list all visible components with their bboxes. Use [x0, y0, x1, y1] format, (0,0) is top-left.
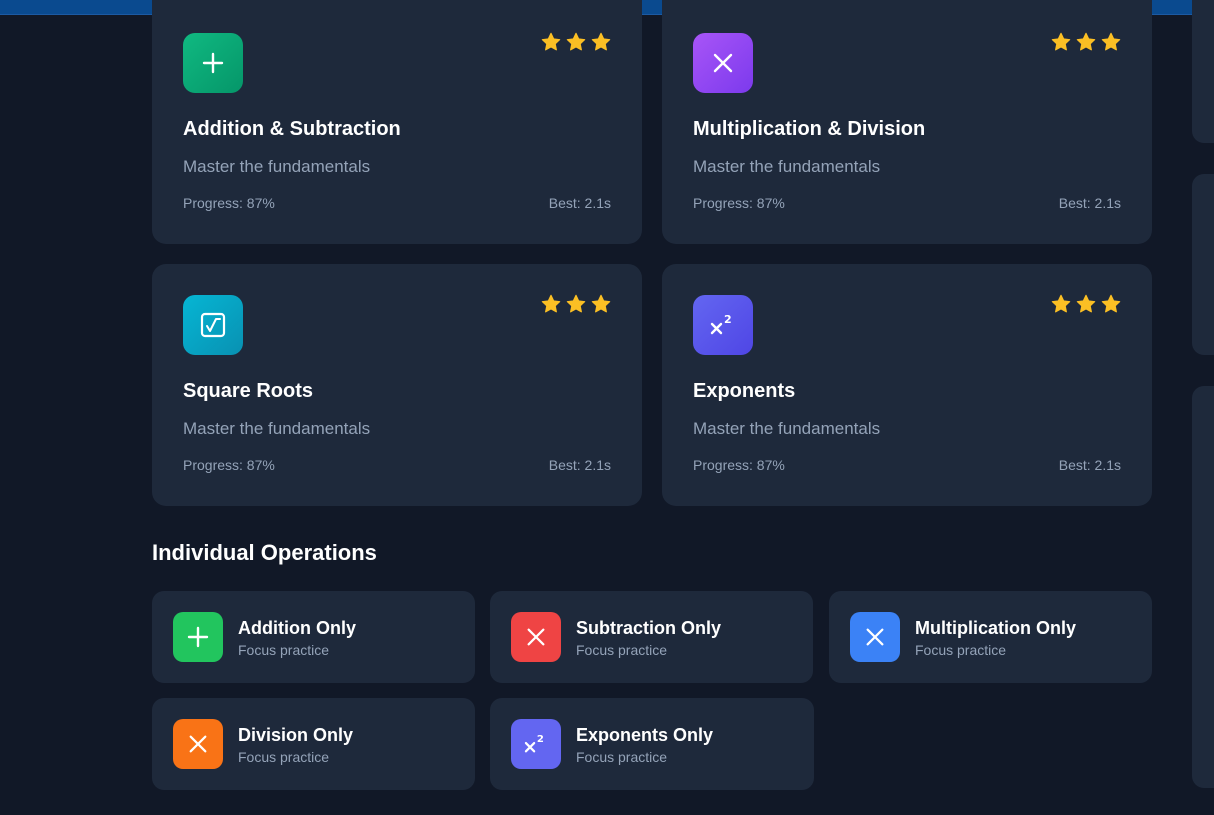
operation-title: Subtraction Only	[576, 618, 722, 638]
star-icon	[1051, 32, 1071, 51]
operation-title: Multiplication Only	[915, 618, 1076, 638]
exponent-icon: 2	[693, 295, 753, 355]
topic-card-square-roots[interactable]: Square Roots Master the fundamentals Pro…	[152, 264, 642, 506]
star-icon	[566, 32, 586, 51]
star-rating	[1050, 31, 1122, 53]
star-icon	[1101, 294, 1121, 313]
topic-subtitle: Master the fundamentals	[693, 157, 881, 176]
star-icon	[541, 32, 561, 51]
plus-icon	[183, 33, 243, 93]
star-rating	[1050, 293, 1122, 315]
times-icon	[693, 33, 753, 93]
svg-text:2: 2	[537, 734, 544, 745]
star-rating	[540, 293, 612, 315]
topic-progress: Progress: 87%	[693, 195, 785, 211]
topic-progress: Progress: 87%	[183, 457, 275, 473]
topic-title: Addition & Subtraction	[183, 118, 401, 140]
operation-title: Exponents Only	[576, 725, 714, 745]
topic-card-multiplication-division[interactable]: Multiplication & Division Master the fun…	[662, 0, 1152, 244]
topic-card-exponents[interactable]: 2 Exponents Master the fundamentals Prog…	[662, 264, 1152, 506]
operation-subtitle: Focus practice	[576, 749, 668, 765]
exponent-icon: 2	[511, 719, 561, 769]
star-icon	[591, 32, 611, 51]
operation-card-multiplication[interactable]: Multiplication Only Focus practice	[829, 591, 1152, 683]
operation-card-exponents[interactable]: 2 Exponents Only Focus practice	[490, 698, 814, 790]
topic-best-time: Best: 2.1s	[1058, 457, 1121, 473]
star-rating	[540, 31, 612, 53]
topic-subtitle: Master the fundamentals	[693, 419, 881, 438]
operation-title: Addition Only	[238, 618, 356, 638]
star-icon	[566, 294, 586, 313]
topic-best-time: Best: 2.1s	[548, 457, 611, 473]
star-icon	[1076, 294, 1096, 313]
topic-title: Exponents	[693, 380, 796, 402]
side-panel-bottom	[1192, 386, 1214, 788]
topic-subtitle: Master the fundamentals	[183, 419, 371, 438]
topic-progress: Progress: 87%	[693, 457, 785, 473]
topic-progress: Progress: 87%	[183, 195, 275, 211]
operation-card-addition[interactable]: Addition Only Focus practice	[152, 591, 475, 683]
section-title-individual-operations: Individual Operations	[152, 540, 377, 565]
operation-subtitle: Focus practice	[238, 749, 330, 765]
square-root-icon	[183, 295, 243, 355]
times-icon	[850, 612, 900, 662]
side-panel-middle	[1192, 174, 1214, 355]
svg-text:2: 2	[724, 313, 732, 326]
times-icon	[173, 719, 223, 769]
side-panel-top	[1192, 0, 1214, 143]
operation-card-subtraction[interactable]: Subtraction Only Focus practice	[490, 591, 813, 683]
operation-subtitle: Focus practice	[915, 642, 1007, 658]
plus-icon	[173, 612, 223, 662]
topic-title: Square Roots	[183, 380, 314, 402]
operation-title: Division Only	[238, 725, 354, 745]
operation-card-division[interactable]: Division Only Focus practice	[152, 698, 475, 790]
topic-best-time: Best: 2.1s	[548, 195, 611, 211]
operation-subtitle: Focus practice	[576, 642, 668, 658]
operation-subtitle: Focus practice	[238, 642, 330, 658]
main-content: Addition & Subtraction Master the fundam…	[152, 0, 1152, 815]
star-icon	[591, 294, 611, 313]
star-icon	[1076, 32, 1096, 51]
topic-subtitle: Master the fundamentals	[183, 157, 371, 176]
star-icon	[1051, 294, 1071, 313]
topic-title: Multiplication & Division	[693, 118, 926, 140]
star-icon	[541, 294, 561, 313]
times-icon	[511, 612, 561, 662]
star-icon	[1101, 32, 1121, 51]
topic-best-time: Best: 2.1s	[1058, 195, 1121, 211]
topic-card-addition-subtraction[interactable]: Addition & Subtraction Master the fundam…	[152, 0, 642, 244]
